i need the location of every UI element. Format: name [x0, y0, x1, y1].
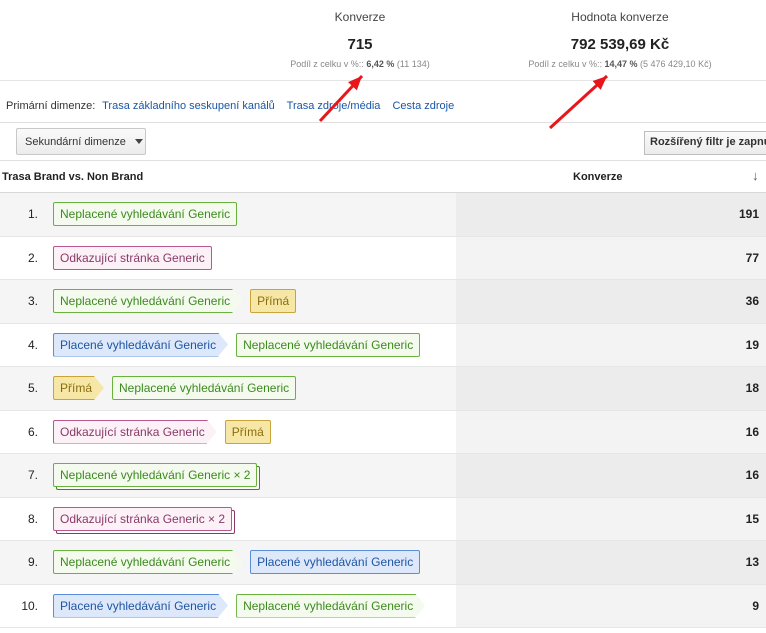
conversions-value: 36 — [745, 294, 759, 308]
path-step-chip[interactable]: Přímá — [53, 376, 104, 400]
row-index: 1. — [27, 207, 38, 221]
table-header: Trasa Brand vs. Non Brand Konverze ↓ — [0, 160, 766, 193]
path-step-chip[interactable]: Placené vyhledávání Generic — [53, 333, 228, 357]
table-row: 1. Neplacené vyhledávání Generic 191 — [0, 193, 766, 237]
table-row: 10. Placené vyhledávání Generic Neplacené … — [0, 584, 766, 628]
path-steps: Neplacené vyhledávání Generic Placené vyh… — [53, 550, 421, 574]
value-cell-bg — [456, 193, 766, 236]
value-cell-bg — [456, 236, 766, 279]
table-row: 4. Placené vyhledávání Generic Neplacené v… — [0, 323, 766, 367]
path-steps: Odkazující stránka Generic Přímá — [53, 419, 271, 444]
path-steps: Odkazující stránka Generic — [53, 245, 212, 270]
table-row: 8. Odkazující stránka Generic × 2 15 — [0, 497, 766, 541]
path-step-chip[interactable]: Placené vyhledávání Generic — [53, 594, 228, 618]
path-step-chip[interactable]: Odkazující stránka Generic — [53, 245, 212, 270]
path-steps: Neplacené vyhledávání Generic × 2 — [53, 463, 258, 487]
conversions-value: 18 — [745, 381, 759, 395]
row-index: 2. — [27, 250, 38, 265]
table-row: 5. Přímá Neplacené vyhledávání Generic 18 — [0, 367, 766, 411]
conversions-value: 13 — [745, 555, 759, 569]
path-step-chip[interactable]: Neplacené vyhledávání Generic — [236, 594, 425, 618]
conversions-value: 77 — [745, 250, 759, 265]
column-header-path: Trasa Brand vs. Non Brand — [2, 171, 144, 183]
conversions-value: 9 — [752, 598, 759, 613]
row-index: 6. — [27, 424, 38, 439]
table-row: 9. Neplacené vyhledávání Generic Placené v… — [0, 541, 766, 585]
conversions-value: 16 — [745, 468, 759, 482]
table-row: 6. Odkazující stránka Generic Přímá 16 — [0, 410, 766, 454]
path-steps: Neplacené vyhledávání Generic Přímá — [53, 289, 297, 313]
row-index: 9. — [27, 555, 38, 569]
annotation-arrow — [318, 74, 609, 130]
value-cell-bg — [456, 323, 766, 366]
path-steps: Přímá Neplacené vyhledávání Generic — [53, 376, 297, 400]
path-step-chip[interactable]: Odkazující stránka Generic × 2 — [53, 506, 233, 531]
path-step-chip[interactable]: Neplacené vyhledávání Generic — [53, 550, 242, 574]
path-step-chip[interactable]: Neplacené vyhledávání Generic — [112, 376, 297, 400]
column-header-conversions[interactable]: Konverze — [573, 171, 623, 183]
path-steps: Neplacené vyhledávání Generic — [53, 202, 238, 226]
table-row: 2. Odkazující stránka Generic 77 — [0, 236, 766, 280]
path-step-chip[interactable]: Neplacené vyhledávání Generic — [53, 289, 242, 313]
sort-descending-icon[interactable]: ↓ — [752, 168, 759, 183]
row-index: 3. — [27, 294, 38, 308]
row-index: 5. — [27, 381, 38, 395]
conversions-value: 16 — [745, 424, 759, 439]
path-steps: Placené vyhledávání Generic Neplacené vyh… — [53, 332, 421, 357]
conversions-value: 15 — [745, 511, 759, 526]
path-steps: Placené vyhledávání Generic Neplacené vyh… — [53, 594, 425, 618]
row-index: 4. — [27, 337, 38, 352]
row-index: 8. — [27, 511, 38, 526]
table-row: 7. Neplacené vyhledávání Generic × 2 16 — [0, 454, 766, 498]
row-index: 10. — [21, 598, 38, 613]
value-cell-bg — [456, 541, 766, 584]
path-step-chip[interactable]: Neplacené vyhledávání Generic × 2 — [53, 463, 258, 487]
value-cell-bg — [456, 280, 766, 323]
table-row: 3. Neplacené vyhledávání Generic Přímá 36 — [0, 280, 766, 324]
value-cell-bg — [456, 454, 766, 497]
value-cell-bg — [456, 584, 766, 627]
path-step-chip[interactable]: Přímá — [224, 419, 271, 444]
conversions-value: 191 — [738, 207, 759, 221]
value-cell-bg — [456, 497, 766, 540]
value-cell-bg — [456, 410, 766, 453]
path-steps: Odkazující stránka Generic × 2 — [53, 506, 233, 531]
path-step-chip[interactable]: Neplacené vyhledávání Generic — [53, 202, 238, 226]
path-step-chip[interactable]: Odkazující stránka Generic — [53, 420, 217, 444]
path-step-chip[interactable]: Přímá — [250, 289, 297, 313]
path-step-chip[interactable]: Placené vyhledávání Generic — [250, 550, 421, 574]
table-body: 1. Neplacené vyhledávání Generic 191 2. Odka… — [0, 193, 766, 628]
conversions-value: 19 — [745, 337, 759, 352]
row-index: 7. — [27, 468, 38, 482]
path-step-chip[interactable]: Neplacené vyhledávání Generic — [236, 332, 421, 357]
value-cell-bg — [456, 367, 766, 410]
